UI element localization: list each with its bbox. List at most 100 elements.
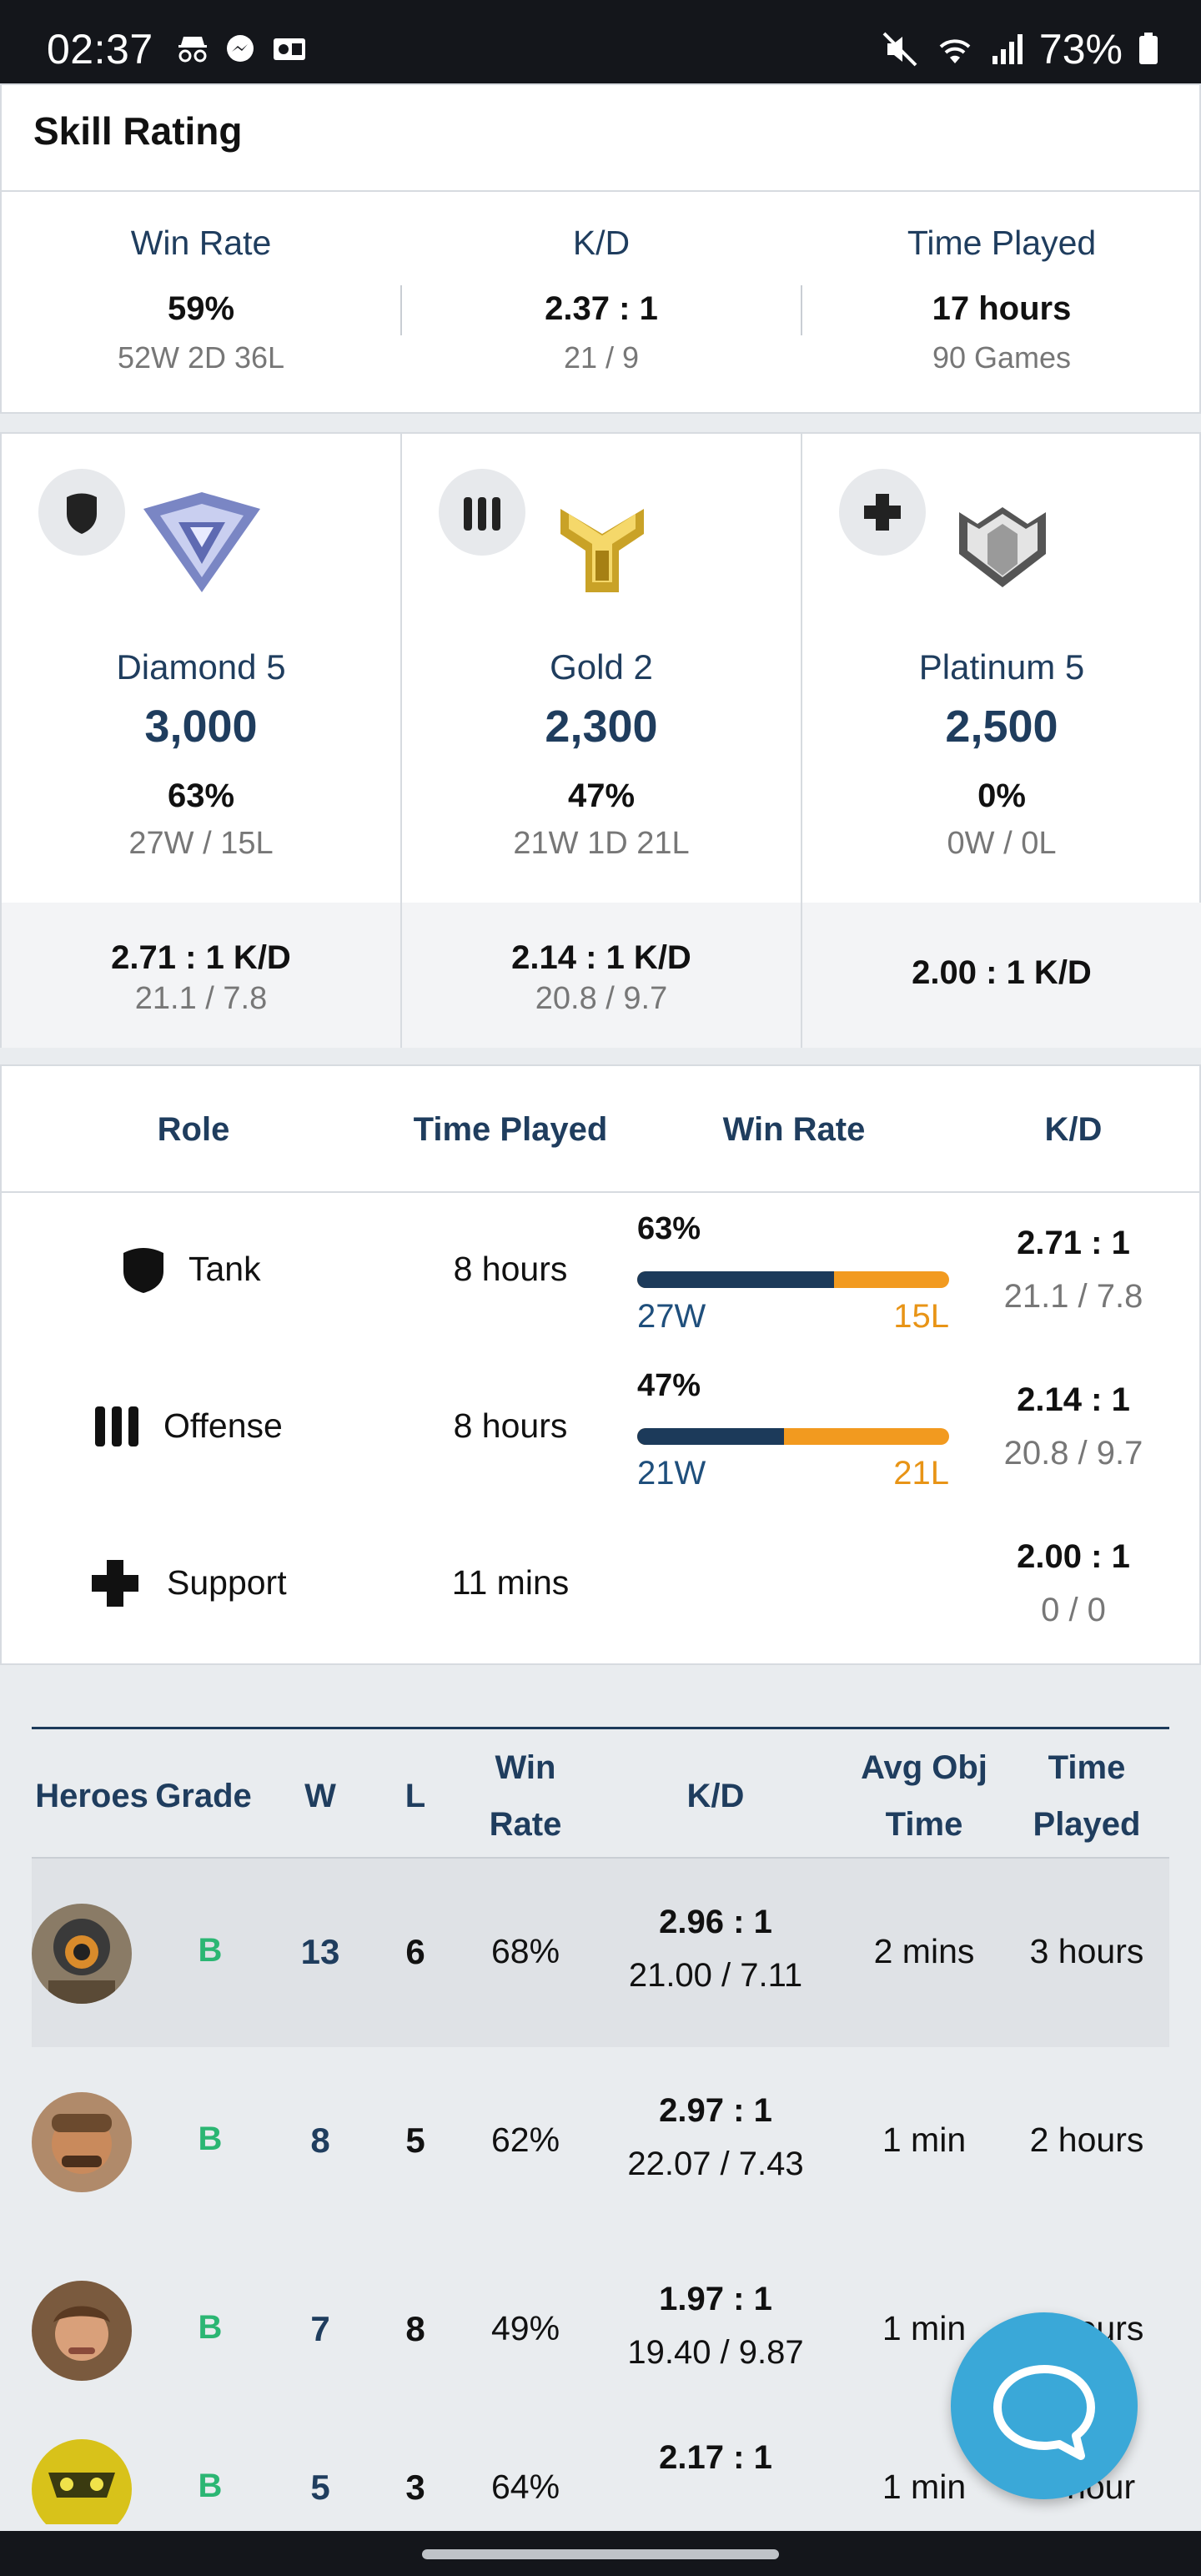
battery-percent: 73% [1038,26,1123,73]
header-grade[interactable]: Grade [153,1768,254,1824]
messenger-icon [224,33,259,63]
header-heroes[interactable]: Heroes [32,1768,152,1824]
kd-detail: 0 / 0 [1041,1592,1106,1628]
support-cross-icon [839,469,926,556]
signal-icon [992,34,1023,64]
hero-losses: 3 [405,2468,425,2507]
role-row-support[interactable]: Support 11 mins 2.00 : 1 0 / 0 [2,1507,1199,1663]
offense-bullets-icon [439,469,525,556]
role-row-tank[interactable]: Tank 8 hours 63% 27W 15L 2.71 : 1 21.1 /… [2,1193,1199,1350]
record: 21W 1D 21L [513,826,690,861]
kd-ratio: 2.71 : 1 [1017,1225,1130,1261]
status-bar: 02:37 73% [0,0,1201,83]
win-bar-fill [637,1428,784,1445]
kd-ratio: 2.00 : 1 K/D [912,954,1092,991]
hero-grade: B [198,1932,223,1969]
win-percent: 47% [567,777,636,814]
role-time: 11 mins [451,1563,570,1602]
losses: 15L [893,1298,949,1335]
kd-box: 2.14 : 1 K/D 20.8 / 9.7 [402,903,801,1048]
outlook-icon [272,33,307,63]
header-kd[interactable]: K/D [961,1111,1186,1149]
wins: 27W [637,1298,706,1335]
wifi-icon [939,39,971,63]
header-time-played-line2[interactable]: Played [999,1796,1174,1853]
rank-name: Platinum 5 [918,647,1085,687]
status-time: 02:37 [47,26,153,73]
kd-ratio: 2.00 : 1 [1017,1538,1130,1575]
hero-row[interactable]: B 8 5 62% 2.97 : 1 22.07 / 7.43 1 min 2 … [32,2047,1169,2236]
hero-losses: 8 [405,2309,425,2348]
win-loss-bar [637,1428,949,1445]
win-bar-fill [637,1271,834,1288]
summary-label: Time Played [907,224,1097,262]
hero-avatar [32,2092,132,2192]
win-percent: 63% [637,1211,701,1246]
role-cards: Diamond 5 3,000 63% 27W / 15L 2.71 : 1 K… [0,432,1201,1048]
summary-sub: 90 Games [932,340,1072,375]
rank-name: Diamond 5 [116,647,286,687]
header-role[interactable]: Role [110,1111,277,1149]
gold-rank-icon [535,484,669,601]
incognito-icon [175,33,210,63]
kd-ratio: 2.14 : 1 [1017,1381,1130,1418]
win-percent: 47% [637,1368,701,1403]
skill-rating-value: 2,500 [945,702,1058,752]
win-percent: 0% [977,777,1026,814]
summary-sub: 52W 2D 36L [117,340,285,375]
hero-time-played: 3 hours [1029,1932,1144,1970]
hero-grade: B [198,2309,223,2346]
kd-ratio: 2.71 : 1 K/D [111,939,291,976]
wins: 21W [637,1455,706,1492]
hero-avatar [32,2281,132,2381]
role-table-header: Role Time Played Win Rate K/D [2,1066,1199,1193]
kd-box: 2.71 : 1 K/D 21.1 / 7.8 [2,903,400,1048]
summary-value: 59% [167,290,235,327]
header-time-played[interactable]: Time Played [394,1111,627,1149]
home-gesture-handle[interactable] [422,2549,779,2559]
role-card-tank[interactable]: Diamond 5 3,000 63% 27W / 15L 2.71 : 1 K… [2,434,400,1048]
mute-icon [882,32,917,67]
role-row-offense[interactable]: Offense 8 hours 47% 21W 21L 2.14 : 1 20.… [2,1350,1199,1507]
role-label: Tank [188,1250,261,1288]
tank-shield-icon [38,469,125,556]
header-w[interactable]: W [279,1768,362,1824]
heroes-table-header: Heroes Grade W L Win Rate K/D Avg Obj Ti… [32,1727,1169,1859]
hero-wins: 7 [310,2309,330,2348]
win-percent: 63% [167,777,235,814]
hero-row[interactable]: B 13 6 68% 2.96 : 1 21.00 / 7.11 2 mins … [32,1859,1169,2047]
hero-wins: 13 [300,1932,340,1971]
chat-button[interactable] [951,2312,1138,2499]
gesture-nav-bar [0,2531,1201,2576]
summary-card: Win Rate 59% 52W 2D 36L K/D 2.37 : 1 21 … [0,190,1201,414]
platinum-rank-icon [936,484,1069,601]
win-loss-bar [637,1271,949,1288]
kd-detail: 20.8 / 9.7 [535,981,668,1016]
record: 0W / 0L [947,826,1057,861]
role-card-support[interactable]: Platinum 5 2,500 0% 0W / 0L 2.00 : 1 K/D [802,434,1201,1048]
role-label: Offense [163,1406,283,1445]
support-cross-icon [92,1560,138,1607]
kd-detail: 21.1 / 7.8 [134,981,268,1016]
chat-bubble-icon [993,2365,1095,2460]
offense-bullets-icon [95,1406,138,1446]
summary-value: 17 hours [932,290,1072,327]
role-table: Role Time Played Win Rate K/D Tank 8 hou… [0,1064,1201,1665]
header-win-rate[interactable]: Win Rate [677,1111,911,1149]
hero-losses: 6 [405,1932,425,1971]
hero-time-played: 2 hours [1029,2121,1144,2159]
summary-label: K/D [572,224,631,262]
skill-rating-value: 2,300 [545,702,658,752]
hero-avatar [32,2439,132,2524]
hero-grade: B [198,2468,223,2504]
role-time: 8 hours [453,1250,568,1288]
kd-ratio: 2.14 : 1 K/D [511,939,691,976]
rank-name: Gold 2 [550,647,653,687]
role-label: Support [167,1563,287,1602]
header-time-played-line1[interactable]: Time [999,1739,1174,1796]
header-l[interactable]: L [382,1768,449,1824]
summary-label: Win Rate [130,224,272,262]
role-card-offense[interactable]: Gold 2 2,300 47% 21W 1D 21L 2.14 : 1 K/D… [402,434,801,1048]
summary-sub: 21 / 9 [563,340,640,375]
kd-detail: 21.1 / 7.8 [1003,1278,1143,1315]
